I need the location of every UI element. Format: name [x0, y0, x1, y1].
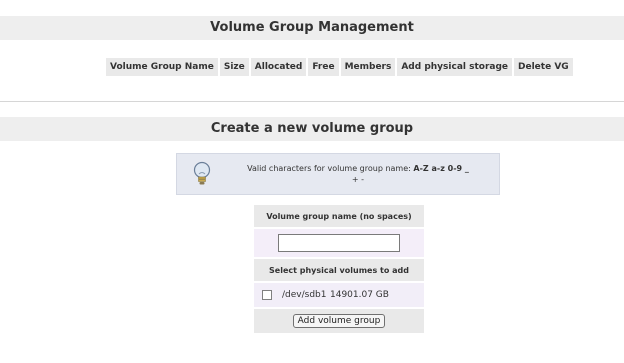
pv-select-label: Select physical volumes to add [254, 259, 424, 281]
pv-checkbox[interactable] [262, 290, 272, 300]
section-divider [0, 101, 624, 102]
create-vg-header: Create a new volume group [0, 117, 624, 141]
create-vg-form: Volume group name (no spaces) Select phy… [252, 203, 426, 335]
submit-cell: Add volume group [254, 309, 424, 333]
vg-name-label: Volume group name (no spaces) [254, 205, 424, 227]
col-vg-name: Volume Group Name [106, 58, 218, 76]
tip-box: Valid characters for volume group name: … [176, 153, 500, 195]
add-volume-group-button[interactable]: Add volume group [292, 314, 386, 328]
col-free: Free [308, 58, 339, 76]
col-delete-vg: Delete VG [514, 58, 573, 76]
col-add-physical-storage: Add physical storage [397, 58, 513, 76]
col-allocated: Allocated [250, 58, 307, 76]
lightbulb-icon [193, 161, 211, 185]
tip-prefix: Valid characters for volume group name: [247, 164, 414, 173]
vg-name-input[interactable] [278, 234, 400, 252]
vg-management-header: Volume Group Management [0, 16, 624, 40]
pv-size: 14901.07 GB [330, 290, 389, 300]
tip-text: Valid characters for volume group name: … [227, 163, 489, 185]
col-members: Members [340, 58, 396, 76]
vg-name-input-cell [254, 229, 424, 257]
pv-device: /dev/sdb1 [282, 290, 327, 300]
tip-chars-bold: A-Z a-z 0-9 _ [413, 164, 469, 173]
pv-list-item: /dev/sdb1 14901.07 GB [254, 283, 424, 307]
vg-table: Volume Group Name Size Allocated Free Me… [104, 56, 575, 78]
vg-table-header-row: Volume Group Name Size Allocated Free Me… [106, 58, 573, 76]
tip-chars-rest: + - [351, 175, 365, 184]
col-size: Size [219, 58, 249, 76]
